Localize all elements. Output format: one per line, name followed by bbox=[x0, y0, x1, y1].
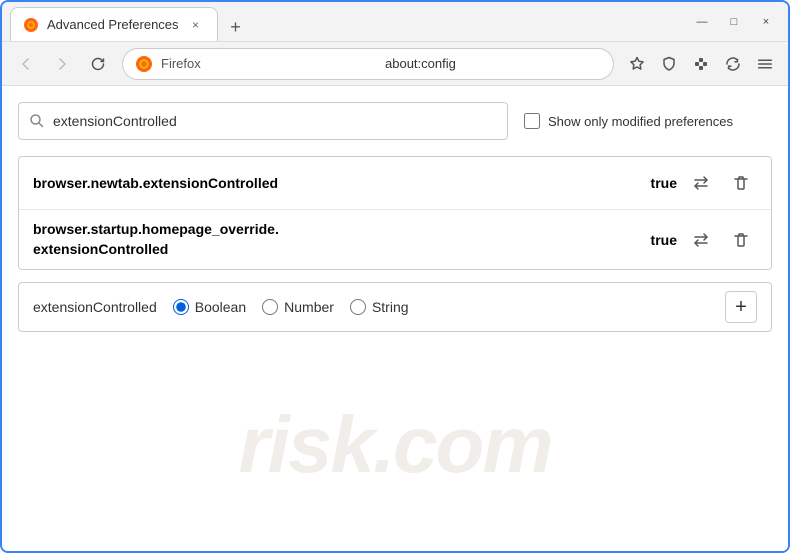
shield-button[interactable] bbox=[654, 49, 684, 79]
table-row: browser.newtab.extensionControlled true bbox=[19, 157, 771, 210]
page-content: risk.com Show only modified preferences … bbox=[2, 86, 788, 551]
browser-label: Firefox bbox=[161, 56, 377, 71]
tab-area: Advanced Preferences × + bbox=[10, 2, 680, 41]
pref-name-2: browser.startup.homepage_override. exten… bbox=[33, 220, 643, 259]
radio-number-label: Number bbox=[284, 299, 334, 315]
back-button[interactable] bbox=[10, 48, 42, 80]
results-table: browser.newtab.extensionControlled true bbox=[18, 156, 772, 270]
pref-value-1: true bbox=[651, 175, 677, 191]
add-preference-button[interactable]: + bbox=[725, 291, 757, 323]
nav-bar: Firefox about:config bbox=[2, 42, 788, 86]
swap-button-1[interactable] bbox=[685, 167, 717, 199]
bookmark-star-button[interactable] bbox=[622, 49, 652, 79]
firefox-logo bbox=[135, 55, 153, 73]
forward-button[interactable] bbox=[46, 48, 78, 80]
search-icon bbox=[29, 113, 45, 129]
title-bar: Advanced Preferences × + — □ × bbox=[2, 2, 788, 42]
tab-title: Advanced Preferences bbox=[47, 17, 179, 32]
new-pref-row: extensionControlled Boolean Number Strin… bbox=[18, 282, 772, 332]
active-tab[interactable]: Advanced Preferences × bbox=[10, 7, 218, 41]
minimize-button[interactable]: — bbox=[688, 8, 716, 36]
modified-prefs-checkbox[interactable] bbox=[524, 113, 540, 129]
row-actions-2 bbox=[685, 224, 757, 256]
browser-window: Advanced Preferences × + — □ × bbox=[0, 0, 790, 553]
new-pref-name: extensionControlled bbox=[33, 299, 157, 315]
radio-string[interactable]: String bbox=[350, 299, 409, 315]
delete-button-2[interactable] bbox=[725, 224, 757, 256]
reload-button[interactable] bbox=[82, 48, 114, 80]
pref-name-1: browser.newtab.extensionControlled bbox=[33, 175, 643, 191]
sync-button[interactable] bbox=[718, 49, 748, 79]
search-input-wrapper[interactable] bbox=[18, 102, 508, 140]
nav-icons-right bbox=[622, 49, 780, 79]
table-row: browser.startup.homepage_override. exten… bbox=[19, 210, 771, 269]
swap-button-2[interactable] bbox=[685, 224, 717, 256]
search-bar: Show only modified preferences bbox=[18, 102, 772, 140]
maximize-button[interactable]: □ bbox=[720, 8, 748, 36]
new-tab-button[interactable]: + bbox=[222, 13, 250, 41]
window-controls: — □ × bbox=[688, 8, 780, 36]
search-input[interactable] bbox=[53, 113, 497, 129]
address-bar[interactable]: Firefox about:config bbox=[122, 48, 614, 80]
url-text: about:config bbox=[385, 56, 601, 71]
tab-close-button[interactable]: × bbox=[187, 16, 205, 34]
radio-string-label: String bbox=[372, 299, 409, 315]
extension-button[interactable] bbox=[686, 49, 716, 79]
modified-prefs-checkbox-label[interactable]: Show only modified preferences bbox=[524, 113, 733, 129]
pref-value-2: true bbox=[651, 232, 677, 248]
radio-number-input[interactable] bbox=[262, 299, 278, 315]
radio-number[interactable]: Number bbox=[262, 299, 334, 315]
tab-favicon bbox=[23, 17, 39, 33]
checkbox-label-text: Show only modified preferences bbox=[548, 114, 733, 129]
close-button[interactable]: × bbox=[752, 8, 780, 36]
radio-boolean-input[interactable] bbox=[173, 299, 189, 315]
radio-string-input[interactable] bbox=[350, 299, 366, 315]
watermark: risk.com bbox=[238, 399, 551, 491]
delete-button-1[interactable] bbox=[725, 167, 757, 199]
menu-button[interactable] bbox=[750, 49, 780, 79]
radio-boolean[interactable]: Boolean bbox=[173, 299, 246, 315]
radio-boolean-label: Boolean bbox=[195, 299, 246, 315]
radio-group: Boolean Number String bbox=[173, 299, 409, 315]
row-actions-1 bbox=[685, 167, 757, 199]
